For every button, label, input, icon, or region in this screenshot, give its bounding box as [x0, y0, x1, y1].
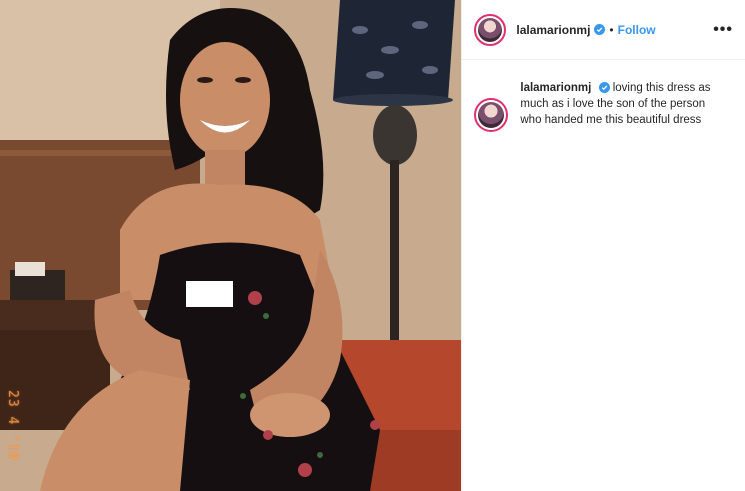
caption-body: lalamarionmj loving this dress as much a… [520, 80, 720, 132]
verified-badge-icon [598, 82, 610, 94]
caption-username-link[interactable]: lalamarionmj [520, 82, 591, 94]
separator-dot: • [609, 22, 614, 37]
post-header: lalamarionmj • Follow ••• [462, 0, 745, 60]
photo-illustration [0, 0, 462, 491]
post-sidebar: lalamarionmj • Follow ••• lalamarionmj l… [461, 0, 745, 491]
caption-avatar[interactable] [474, 98, 509, 132]
profile-avatar[interactable] [474, 13, 507, 46]
avatar-image [478, 17, 503, 42]
caption-comment: lalamarionmj loving this dress as much a… [462, 60, 745, 132]
censor-box [186, 281, 233, 307]
verified-badge-icon [594, 24, 606, 35]
username-link[interactable]: lalamarionmj [516, 23, 590, 37]
avatar-image [478, 102, 505, 128]
more-options-icon[interactable]: ••• [713, 21, 733, 39]
follow-button[interactable]: Follow [618, 23, 656, 37]
photo-date-stamp: 23 4 '19 [5, 390, 20, 461]
instagram-post: 23 4 '19 lalamarionmj • Follow ••• lalam… [0, 0, 745, 491]
post-photo[interactable]: 23 4 '19 [0, 0, 462, 491]
